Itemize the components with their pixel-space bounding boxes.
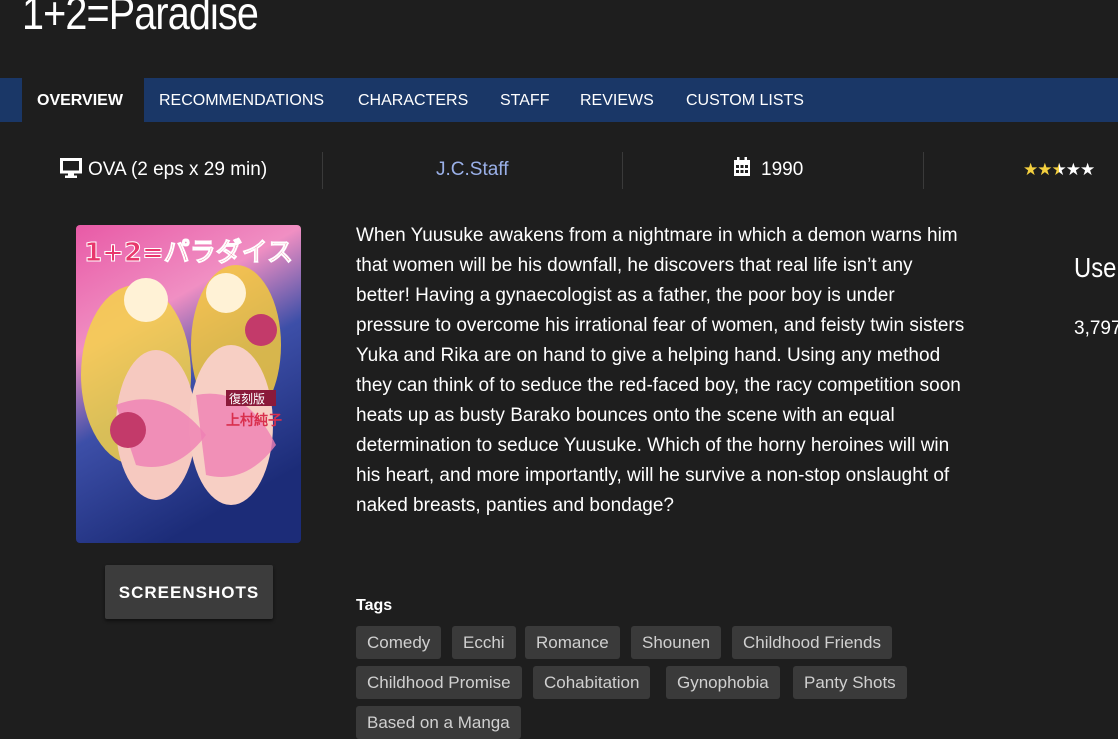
star-empty-icon: ★ — [1065, 160, 1081, 179]
cover-image: 1+2=パラダイス 復刻版 上村純子 — [76, 225, 301, 543]
tab-recommendations[interactable]: RECOMMENDATIONS — [144, 78, 339, 122]
tab-custom-lists[interactable]: CUSTOM LISTS — [671, 78, 819, 122]
tag-cohabitation[interactable]: Cohabitation — [533, 666, 651, 699]
tag-childhood-friends[interactable]: Childhood Friends — [732, 626, 892, 659]
poster-title: 1+2=パラダイス — [84, 237, 293, 268]
star-empty-icon: ★ — [1080, 160, 1095, 179]
tags-heading: Tags — [356, 597, 393, 614]
format-stat: OVA (2 eps x 29 min) — [60, 152, 267, 188]
calendar-icon — [733, 154, 751, 190]
poster-badge: 復刻版 — [229, 391, 265, 406]
poster-author: 上村純子 — [226, 412, 282, 429]
tab-characters[interactable]: CHARACTERS — [343, 78, 483, 122]
page-title: 1+2=Paradise — [22, 0, 259, 39]
tag-romance[interactable]: Romance — [525, 626, 620, 659]
users-count: 3,797 — [1074, 318, 1118, 339]
tab-overview[interactable]: OVERVIEW — [22, 78, 144, 122]
tag-comedy[interactable]: Comedy — [356, 626, 442, 659]
stat-divider — [622, 152, 623, 189]
monitor-icon — [60, 155, 82, 191]
tab-bar: OVERVIEW RECOMMENDATIONS CHARACTERS STAF… — [0, 78, 1118, 122]
users-heading: User — [1074, 252, 1118, 283]
format-text: OVA (2 eps x 29 min) — [88, 159, 268, 180]
year-stat: 1990 — [733, 152, 803, 188]
studio-link[interactable]: J.C.Staff — [436, 152, 509, 188]
tag-gynophobia[interactable]: Gynophobia — [666, 666, 780, 699]
stat-divider — [923, 152, 924, 189]
tag-childhood-promise[interactable]: Childhood Promise — [356, 666, 522, 699]
star-icon: ★ — [1037, 160, 1052, 179]
tag-ecchi[interactable]: Ecchi — [452, 626, 516, 659]
tag-panty-shots[interactable]: Panty Shots — [793, 666, 907, 699]
synopsis: When Yuusuke awakens from a nightmare in… — [356, 225, 965, 516]
tab-staff[interactable]: STAFF — [485, 78, 564, 122]
star-half-icon: ★ — [1051, 160, 1067, 179]
tag-shounen[interactable]: Shounen — [631, 626, 722, 659]
star-icon: ★ — [1023, 160, 1038, 179]
stat-divider — [322, 152, 323, 189]
tab-reviews[interactable]: REVIEWS — [565, 78, 669, 122]
tag-based-on-a-manga[interactable]: Based on a Manga — [356, 706, 521, 739]
year-text: 1990 — [761, 159, 804, 180]
screenshots-button[interactable]: SCREENSHOTS — [105, 565, 273, 619]
rating-stars: ★★★★★ — [1023, 152, 1095, 188]
